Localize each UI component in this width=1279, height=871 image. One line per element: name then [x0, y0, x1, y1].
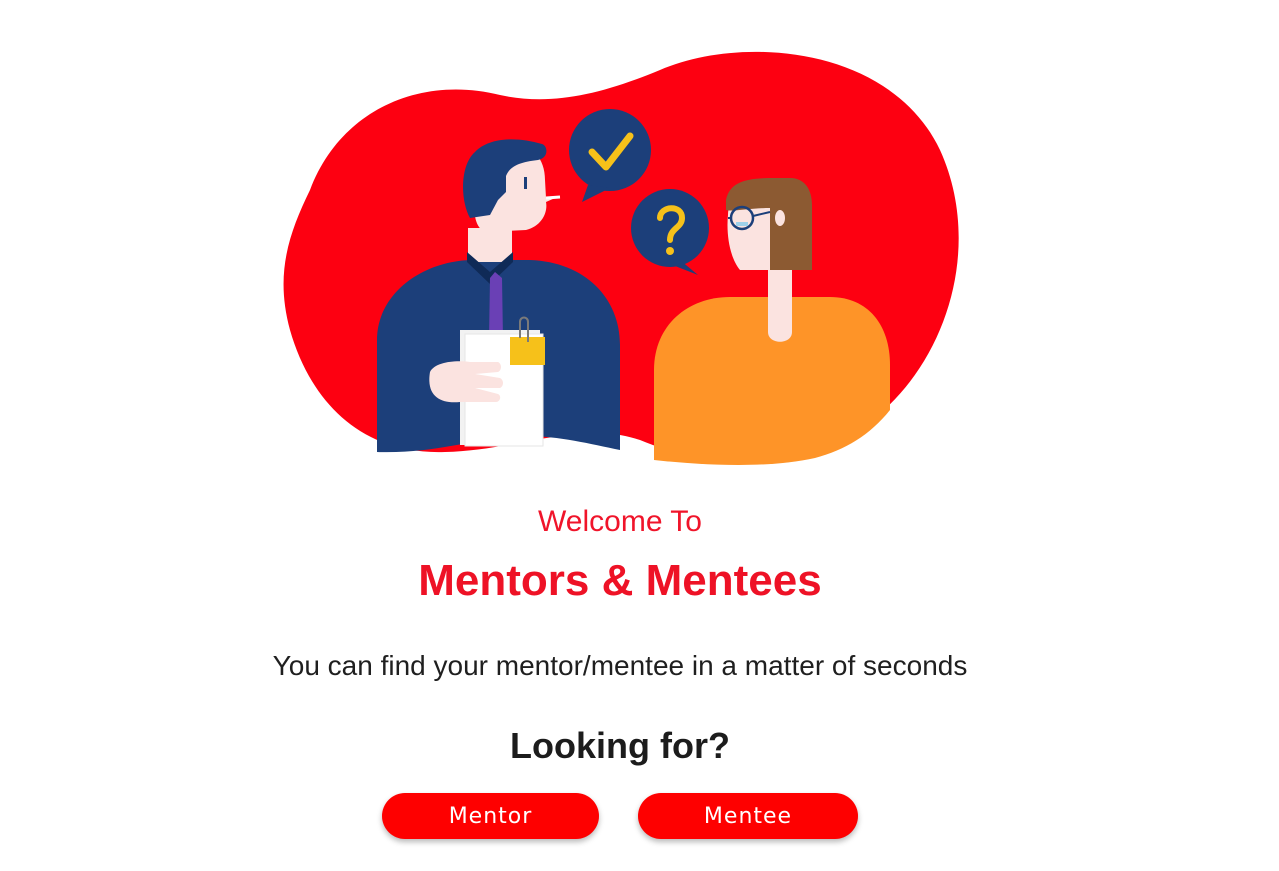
app-title: Mentors & Mentees: [418, 556, 822, 605]
welcome-page: Welcome To Mentors & Mentees You can fin…: [0, 0, 1279, 871]
welcome-intro-text: Welcome To: [538, 505, 702, 538]
mentor-button[interactable]: Mentor: [382, 793, 599, 839]
looking-for-heading: Looking for?: [510, 725, 730, 766]
mentee-button[interactable]: Mentee: [638, 793, 858, 839]
tagline: You can find your mentor/mentee in a mat…: [272, 650, 968, 681]
hero-illustration: [283, 51, 959, 465]
